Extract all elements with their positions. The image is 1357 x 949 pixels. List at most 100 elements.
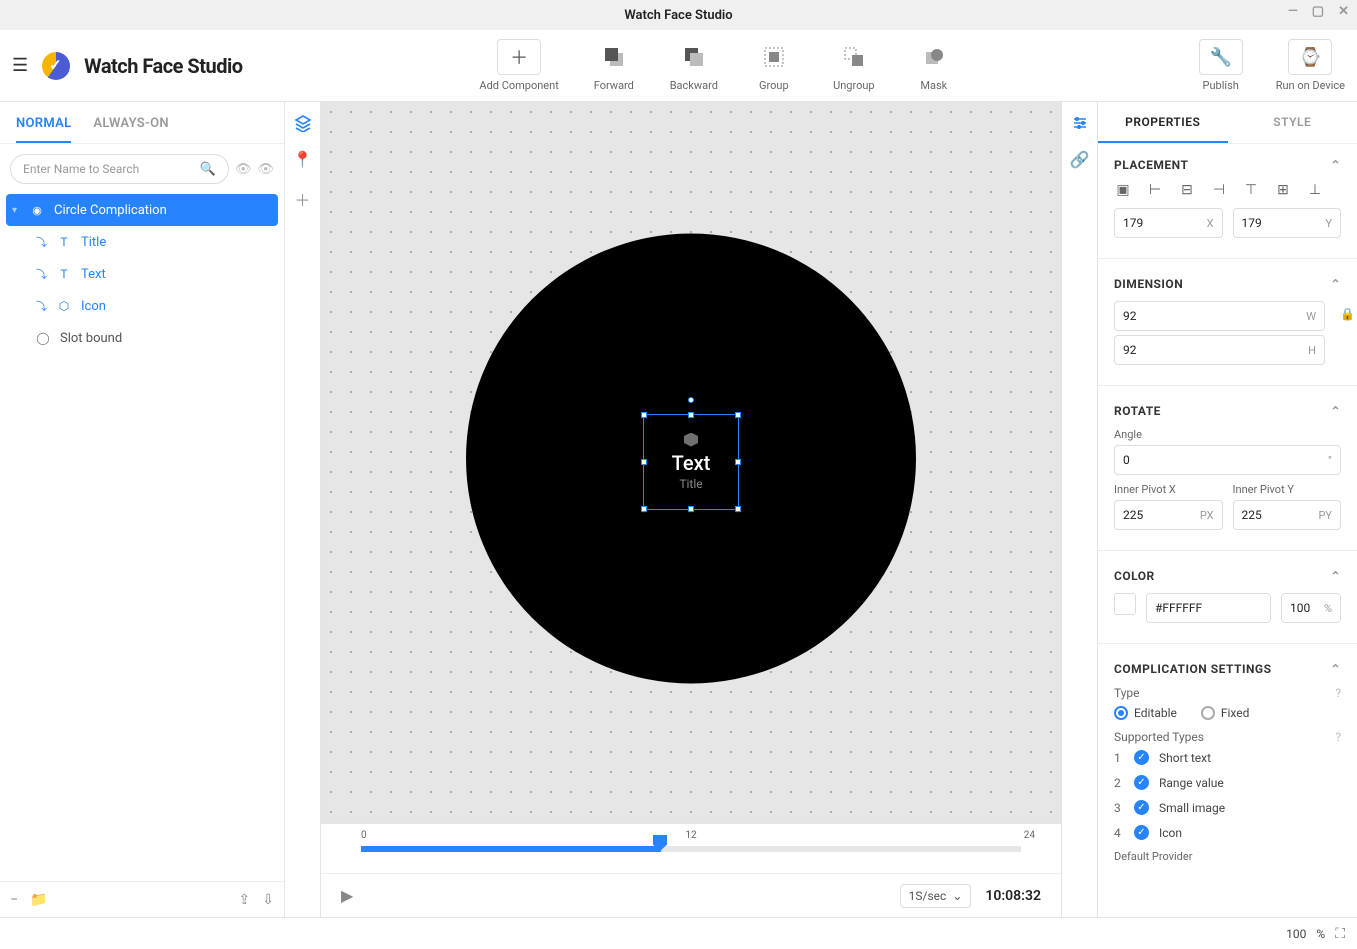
remove-icon[interactable]: − bbox=[10, 892, 18, 908]
mask-button[interactable]: Mask bbox=[909, 39, 959, 92]
resize-handle[interactable] bbox=[735, 506, 741, 512]
layer-text[interactable]: ⤵ T Text bbox=[0, 258, 284, 290]
upload-icon[interactable]: ⇪ bbox=[239, 892, 251, 908]
conditional-icon: ⤵ bbox=[36, 298, 47, 314]
fit-screen-icon[interactable]: ⛶ bbox=[1335, 926, 1345, 942]
tab-always-on[interactable]: ALWAYS-ON bbox=[93, 116, 168, 143]
layer-slot-bound[interactable]: ◯ Slot bound bbox=[0, 322, 284, 354]
download-icon[interactable]: ⇩ bbox=[262, 892, 274, 908]
color-swatch[interactable] bbox=[1114, 593, 1136, 615]
close-icon[interactable]: ✕ bbox=[1338, 4, 1349, 19]
align-fit-icon[interactable]: ▣ bbox=[1114, 182, 1132, 198]
pivot-y-input[interactable]: 225PY bbox=[1233, 500, 1342, 530]
conditional-icon: ⤵ bbox=[36, 234, 47, 250]
layer-icon[interactable]: ⤵ ⬡ Icon bbox=[0, 290, 284, 322]
layers-tool-icon[interactable] bbox=[294, 114, 312, 132]
resize-handle[interactable] bbox=[641, 459, 647, 465]
align-right-icon[interactable]: ⊣ bbox=[1210, 182, 1228, 198]
placement-x-input[interactable]: 179X bbox=[1114, 208, 1223, 238]
sliders-icon[interactable] bbox=[1071, 114, 1089, 132]
hamburger-icon[interactable]: ☰ bbox=[12, 55, 28, 76]
resize-handle[interactable] bbox=[735, 412, 741, 418]
chevron-down-icon: ▾ bbox=[12, 205, 20, 216]
run-on-device-button[interactable]: ⌚ Run on Device bbox=[1276, 39, 1345, 92]
color-opacity-input[interactable]: 100% bbox=[1281, 593, 1341, 623]
zoom-value[interactable]: 100 bbox=[1286, 927, 1306, 941]
speed-select[interactable]: 1S/sec ⌄ bbox=[900, 884, 972, 908]
supported-types-label: Supported Types bbox=[1114, 730, 1204, 744]
align-bottom-icon[interactable]: ⊥ bbox=[1306, 182, 1324, 198]
help-icon[interactable]: ? bbox=[1335, 730, 1341, 744]
align-center-v-icon[interactable]: ⊞ bbox=[1274, 182, 1292, 198]
forward-button[interactable]: Forward bbox=[589, 39, 639, 92]
timeline[interactable]: 0 12 24 bbox=[321, 823, 1061, 873]
tab-properties[interactable]: PROPERTIES bbox=[1098, 102, 1228, 143]
align-top-icon[interactable]: ⊤ bbox=[1242, 182, 1260, 198]
play-icon[interactable]: ▶ bbox=[341, 886, 353, 905]
ungroup-icon bbox=[832, 39, 876, 75]
angle-input[interactable]: 0° bbox=[1114, 445, 1341, 475]
section-placement: PLACEMENT ⌃ ▣ ⊢ ⊟ ⊣ ⊤ ⊞ ⊥ 179X 179Y bbox=[1098, 144, 1357, 254]
add-component-button[interactable]: ＋ Add Component bbox=[479, 39, 558, 92]
maximize-icon[interactable]: ▢ bbox=[1312, 4, 1324, 19]
link-icon[interactable]: 🔗 bbox=[1070, 150, 1090, 169]
search-input[interactable]: Enter Name to Search 🔍 bbox=[10, 154, 229, 184]
send-backward-icon bbox=[672, 39, 716, 75]
placement-y-input[interactable]: 179Y bbox=[1233, 208, 1342, 238]
supported-type-row[interactable]: 1✓ Short text bbox=[1114, 750, 1341, 765]
mask-icon bbox=[912, 39, 956, 75]
chevron-up-icon[interactable]: ⌃ bbox=[1330, 277, 1341, 291]
minimize-icon[interactable]: — bbox=[1288, 4, 1298, 19]
resize-handle[interactable] bbox=[641, 412, 647, 418]
dimension-h-input[interactable]: 92H bbox=[1114, 335, 1325, 365]
radio-fixed[interactable]: Fixed bbox=[1201, 706, 1250, 720]
rotate-handle[interactable] bbox=[688, 397, 694, 403]
backward-button[interactable]: Backward bbox=[669, 39, 719, 92]
prop-tabs: PROPERTIES STYLE bbox=[1098, 102, 1357, 144]
section-title: ROTATE bbox=[1114, 404, 1161, 418]
canvas-viewport[interactable]: Text Title bbox=[321, 102, 1061, 823]
layer-label: Circle Complication bbox=[54, 203, 167, 218]
window-titlebar: Watch Face Studio — ▢ ✕ bbox=[0, 0, 1357, 30]
help-icon[interactable]: ? bbox=[1335, 686, 1341, 700]
align-center-h-icon[interactable]: ⊟ bbox=[1178, 182, 1196, 198]
right-panel: PROPERTIES STYLE PLACEMENT ⌃ ▣ ⊢ ⊟ ⊣ ⊤ ⊞… bbox=[1097, 102, 1357, 917]
resize-handle[interactable] bbox=[688, 412, 694, 418]
tab-style[interactable]: STYLE bbox=[1228, 102, 1357, 143]
timeline-fill bbox=[361, 846, 661, 852]
complication-icon-preview bbox=[684, 433, 698, 447]
folder-icon[interactable]: 📁 bbox=[30, 892, 47, 908]
radio-editable[interactable]: Editable bbox=[1114, 706, 1177, 720]
color-hex-input[interactable]: #FFFFFF bbox=[1146, 593, 1271, 623]
publish-button[interactable]: 🔧 Publish bbox=[1196, 39, 1246, 92]
left-tabs: NORMAL ALWAYS-ON bbox=[0, 102, 284, 144]
time-display: 10:08:32 bbox=[985, 888, 1041, 904]
layer-circle-complication[interactable]: ▾ ◉ Circle Complication bbox=[6, 194, 278, 226]
ungroup-button[interactable]: Ungroup bbox=[829, 39, 879, 92]
chevron-up-icon[interactable]: ⌃ bbox=[1330, 662, 1341, 676]
add-tool-icon[interactable]: ＋ bbox=[294, 187, 310, 211]
selection-box[interactable]: Text Title bbox=[643, 414, 739, 510]
layer-title[interactable]: ⤵ T Title bbox=[0, 226, 284, 258]
resize-handle[interactable] bbox=[688, 506, 694, 512]
chevron-up-icon[interactable]: ⌃ bbox=[1330, 569, 1341, 583]
align-left-icon[interactable]: ⊢ bbox=[1146, 182, 1164, 198]
supported-type-row[interactable]: 4✓ Icon bbox=[1114, 825, 1341, 840]
lock-aspect-icon[interactable]: 🔒 bbox=[1340, 307, 1355, 321]
eye-show-icon[interactable]: 👁 bbox=[235, 162, 252, 177]
supported-type-row[interactable]: 3✓ Small image bbox=[1114, 800, 1341, 815]
section-title: PLACEMENT bbox=[1114, 158, 1188, 172]
group-button[interactable]: Group bbox=[749, 39, 799, 92]
supported-type-row[interactable]: 2✓ Range value bbox=[1114, 775, 1341, 790]
canvas-area: Text Title 0 12 24 ▶ bbox=[321, 102, 1061, 917]
pin-tool-icon[interactable]: 📍 bbox=[293, 150, 313, 169]
chevron-up-icon[interactable]: ⌃ bbox=[1330, 158, 1341, 172]
tab-normal[interactable]: NORMAL bbox=[16, 116, 71, 143]
resize-handle[interactable] bbox=[735, 459, 741, 465]
dimension-w-input[interactable]: 92W bbox=[1114, 301, 1325, 331]
chevron-up-icon[interactable]: ⌃ bbox=[1330, 404, 1341, 418]
eye-hide-icon[interactable]: 👁 bbox=[257, 162, 274, 177]
pivot-x-input[interactable]: 225PX bbox=[1114, 500, 1223, 530]
resize-handle[interactable] bbox=[641, 506, 647, 512]
section-title: COMPLICATION SETTINGS bbox=[1114, 662, 1272, 676]
